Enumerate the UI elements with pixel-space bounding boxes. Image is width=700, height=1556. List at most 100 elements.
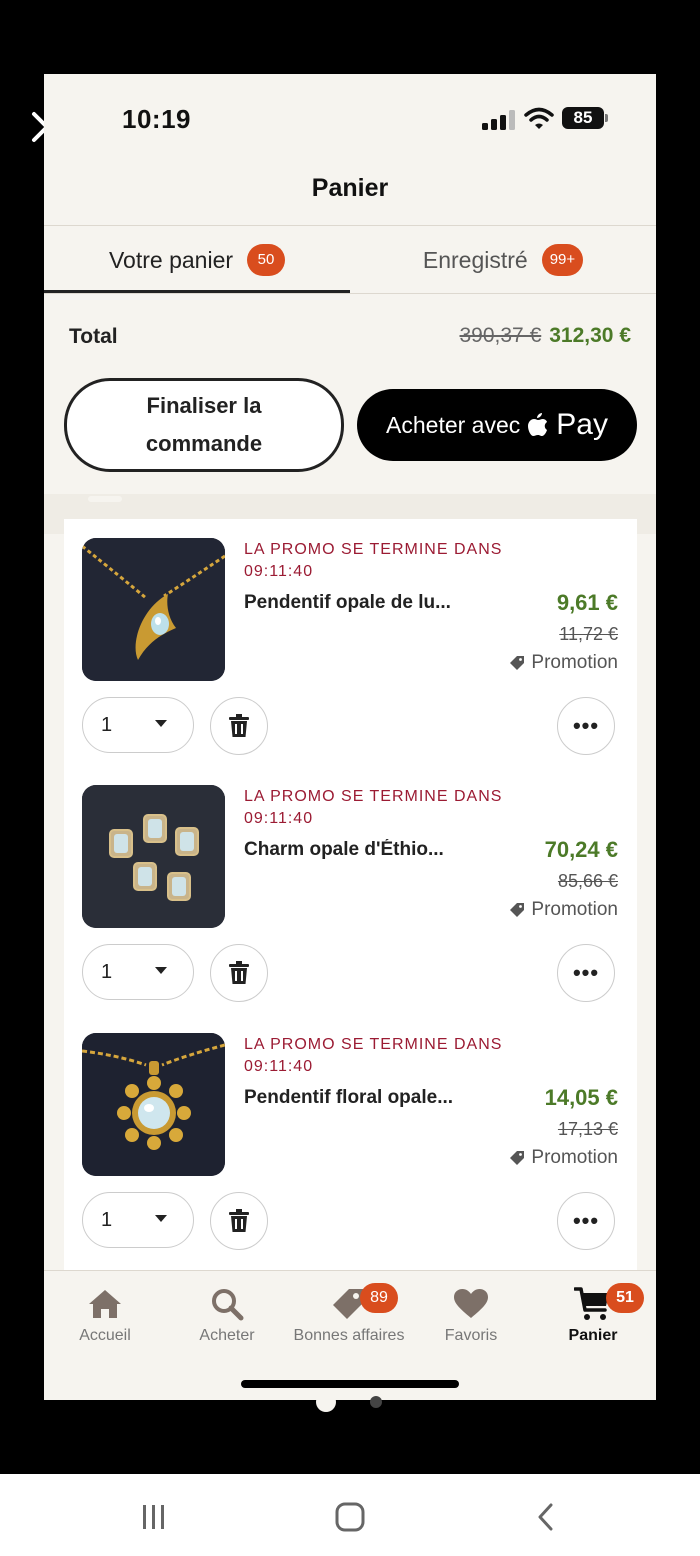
nav-label: Accueil: [79, 1327, 131, 1344]
signal-icon: [482, 110, 515, 130]
more-options-button[interactable]: •••: [557, 944, 615, 1002]
status-time: 10:19: [122, 104, 191, 134]
quantity-value: 1: [101, 961, 113, 983]
promo-text: LA PROMO SE TERMINE DANS: [244, 1036, 503, 1053]
chevron-down-icon: [155, 720, 167, 727]
more-options-button[interactable]: •••: [557, 1192, 615, 1250]
product-price: 70,24 €: [544, 837, 618, 862]
battery-tip: [605, 114, 608, 122]
quantity-value: 1: [101, 1209, 113, 1231]
promo-text: LA PROMO SE TERMINE DANS: [244, 788, 503, 805]
product-original-price: 17,13 €: [557, 1119, 618, 1139]
apple-pay-brand: Pay: [556, 408, 608, 441]
back-icon[interactable]: [526, 1500, 566, 1534]
page-title: Panier: [311, 174, 389, 202]
tag-icon: [510, 903, 525, 917]
nav-label: Acheter: [199, 1327, 255, 1344]
divider: [44, 293, 656, 294]
trash-icon: [229, 961, 249, 984]
checkout-button[interactable]: Finaliser la commande: [64, 378, 344, 472]
apple-pay-button[interactable]: Acheter avec Pay: [357, 389, 637, 461]
cart-items-list: LA PROMO SE TERMINE DANS 09:11:40 Penden…: [64, 519, 637, 1279]
nav-label: Bonnes affaires: [293, 1327, 405, 1344]
tab-saved-label: Enregistré: [422, 246, 528, 273]
battery-icon: 85: [562, 107, 604, 129]
home-indicator: [241, 1380, 459, 1388]
quantity-select[interactable]: 1: [82, 944, 194, 1000]
page-dot-active: [316, 1392, 336, 1412]
promo-countdown: LA PROMO SE TERMINE DANS 09:11:40: [244, 539, 502, 583]
list-scroll-hint: [88, 496, 122, 502]
tab-cart-badge: 50: [247, 244, 286, 276]
status-bar: 10:19 85: [44, 74, 656, 164]
promotion-tag: Promotion: [509, 1147, 618, 1169]
home-button-icon[interactable]: [330, 1500, 370, 1534]
tab-saved[interactable]: Enregistré 99+: [350, 226, 656, 294]
wifi-icon: [524, 107, 554, 129]
nav-item-cart[interactable]: Panier 51: [532, 1281, 654, 1345]
search-icon: [166, 1281, 288, 1327]
chevron-down-icon: [155, 967, 167, 974]
product-title[interactable]: Pendentif opale de lu...: [244, 592, 484, 614]
tag-icon: [510, 656, 525, 670]
trash-icon: [229, 714, 249, 737]
quantity-value: 1: [101, 714, 113, 736]
product-image[interactable]: [82, 538, 225, 681]
nav-deals-badge: 89: [360, 1283, 398, 1313]
more-options-button[interactable]: •••: [557, 697, 615, 755]
total-label: Total: [69, 325, 118, 348]
tab-cart-label: Votre panier: [108, 246, 234, 273]
promo-timer: 09:11:40: [244, 563, 314, 580]
checkout-label-line2: commande: [145, 431, 263, 456]
quantity-select[interactable]: 1: [82, 697, 194, 753]
promotion-tag: Promotion: [509, 899, 618, 921]
product-image[interactable]: [82, 785, 225, 928]
page-dot: [370, 1396, 382, 1408]
product-price: 14,05 €: [544, 1085, 618, 1110]
apple-logo-icon: [528, 413, 548, 436]
total-discounted-price: 312,30 €: [549, 324, 631, 347]
cart-item: LA PROMO SE TERMINE DANS 09:11:40 Penden…: [64, 519, 637, 767]
nav-item-shop[interactable]: Acheter: [166, 1281, 288, 1345]
product-image[interactable]: [82, 1033, 225, 1176]
nav-item-favorites[interactable]: Favoris: [410, 1281, 532, 1345]
total-original-price: 390,37 €: [459, 324, 542, 347]
checkout-label-line1: Finaliser la: [146, 393, 262, 418]
product-original-price: 11,72 €: [559, 624, 618, 644]
cart-item: LA PROMO SE TERMINE DANS 09:11:40 Penden…: [64, 1014, 637, 1262]
total-prices: 390,37 € 312,30 €: [460, 324, 632, 348]
tag-icon: [510, 1151, 525, 1165]
nav-label: Panier: [568, 1327, 618, 1344]
quantity-select[interactable]: 1: [82, 1192, 194, 1248]
promo-countdown: LA PROMO SE TERMINE DANS 09:11:40: [244, 1034, 502, 1078]
nav-item-home[interactable]: Accueil: [44, 1281, 166, 1345]
product-original-price: 85,66 €: [557, 871, 618, 891]
promo-text: LA PROMO SE TERMINE DANS: [244, 541, 503, 558]
product-title[interactable]: Pendentif floral opale...: [244, 1087, 484, 1109]
promotion-tag: Promotion: [509, 652, 618, 674]
nav-label: Favoris: [444, 1327, 498, 1344]
promotion-label: Promotion: [531, 652, 618, 673]
product-title[interactable]: Charm opale d'Éthio...: [244, 839, 484, 861]
delete-button[interactable]: [210, 1192, 268, 1250]
promotion-label: Promotion: [531, 1147, 618, 1168]
home-icon: [44, 1281, 166, 1327]
promo-timer: 09:11:40: [244, 810, 314, 827]
recent-apps-icon[interactable]: [134, 1500, 174, 1534]
heart-icon: [410, 1281, 532, 1327]
tab-saved-badge: 99+: [541, 244, 584, 276]
cart-item: LA PROMO SE TERMINE DANS 09:11:40 Charm …: [64, 766, 637, 1014]
promotion-label: Promotion: [531, 899, 618, 920]
delete-button[interactable]: [210, 944, 268, 1002]
tab-cart[interactable]: Votre panier 50: [44, 226, 350, 294]
page-indicator: [0, 1392, 700, 1412]
nav-cart-badge: 51: [606, 1283, 644, 1313]
promo-countdown: LA PROMO SE TERMINE DANS 09:11:40: [244, 786, 502, 830]
system-nav-bar: [0, 1474, 700, 1556]
apple-pay-prefix: Acheter avec: [386, 411, 521, 438]
nav-item-deals[interactable]: Bonnes affaires 89: [288, 1281, 410, 1345]
delete-button[interactable]: [210, 697, 268, 755]
chevron-down-icon: [155, 1215, 167, 1222]
app-screen: 10:19 85 Panier Votre panier 50 Enregist…: [44, 74, 656, 1400]
product-price: 9,61 €: [556, 590, 618, 615]
